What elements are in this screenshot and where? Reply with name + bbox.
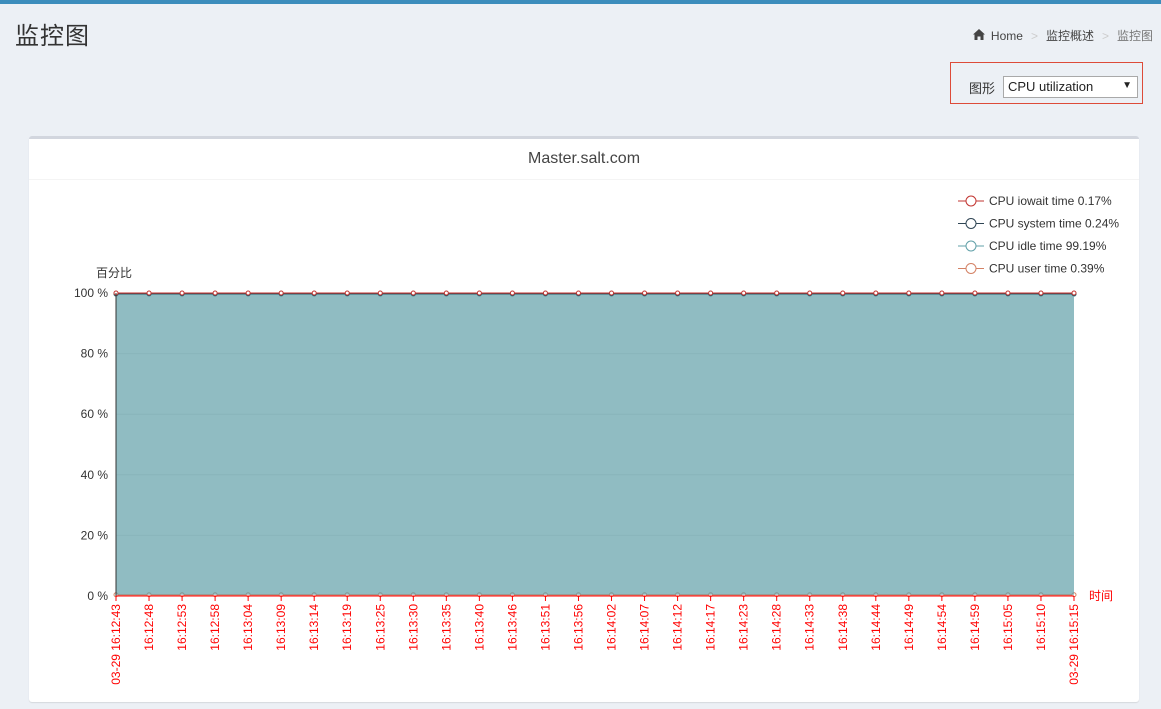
data-point <box>1071 290 1077 296</box>
x-tick-label: 16:14:23 <box>737 604 751 651</box>
y-tick-label: 20 % <box>81 528 109 542</box>
data-point <box>807 290 813 296</box>
x-tick-label: 16:15:05 <box>1001 604 1015 651</box>
legend-label: CPU system time 0.24% <box>989 217 1119 231</box>
data-point <box>972 290 978 296</box>
breadcrumb-separator: > <box>1030 28 1038 43</box>
x-tick-label: 16:14:33 <box>803 604 817 651</box>
x-tick-label: 16:13:19 <box>340 604 354 651</box>
data-point <box>1005 290 1011 296</box>
x-tick-label: 16:14:17 <box>704 604 718 651</box>
data-point <box>741 290 747 296</box>
cpu-utilization-chart[interactable]: 0 % 20 % 40 % 60 % 80 % 100 % 03-29 16:12:43 16… <box>29 139 1139 702</box>
data-point <box>443 290 449 296</box>
home-icon[interactable] <box>972 28 985 43</box>
y-tick-label: 0 % <box>87 589 108 603</box>
x-tick-label: 16:14:49 <box>902 604 916 651</box>
y-tick-label: 80 % <box>81 347 109 361</box>
chart-type-label: 图形 <box>969 81 996 96</box>
data-point <box>146 290 152 296</box>
x-tick-label: 16:14:59 <box>968 604 982 651</box>
x-tick-label: 16:12:53 <box>175 604 189 651</box>
data-point <box>642 290 648 296</box>
data-point <box>906 290 912 296</box>
data-point <box>509 290 515 296</box>
chart-filter-box: 图形 CPU utilization ▼ <box>950 62 1143 104</box>
y-tick-label: 40 % <box>81 468 109 482</box>
chevron-down-icon[interactable]: ▼ <box>1122 80 1132 91</box>
x-tick-label: 16:14:44 <box>869 604 883 651</box>
legend-item[interactable]: CPU iowait time 0.17% <box>958 194 1112 208</box>
x-axis-title: 时间 <box>1089 589 1113 603</box>
data-point <box>344 290 350 296</box>
legend-item[interactable]: CPU user time 0.39% <box>958 262 1105 276</box>
x-tick-label: 16:13:09 <box>274 604 288 651</box>
data-point <box>708 290 714 296</box>
legend-label: CPU idle time 99.19% <box>989 239 1107 253</box>
legend-marker-icon <box>965 218 977 229</box>
x-tick-label: 16:14:28 <box>770 604 784 651</box>
x-tick-label: 16:13:40 <box>472 604 486 651</box>
breadcrumb-current: 监控图 <box>1116 29 1153 43</box>
y-axis-title: 百分比 <box>96 266 132 280</box>
legend-label: CPU user time 0.39% <box>989 262 1105 276</box>
x-tick-label: 16:13:56 <box>571 604 585 651</box>
data-point <box>609 290 615 296</box>
legend-marker-icon <box>965 195 977 207</box>
legend-marker-icon <box>965 240 977 252</box>
x-tick-label: 16:13:35 <box>439 604 453 651</box>
data-point <box>840 290 846 296</box>
data-point <box>575 290 581 296</box>
x-tick-label: 16:14:12 <box>671 604 685 651</box>
top-accent-bar <box>0 0 1161 4</box>
chart-type-selected-value: CPU utilization <box>1008 79 1094 94</box>
x-tick-label: 16:12:58 <box>208 604 222 651</box>
data-point <box>377 290 383 296</box>
x-tick-label: 03-29 16:15:15 <box>1067 604 1081 685</box>
x-tick-label: 16:13:51 <box>538 604 552 651</box>
x-tick-label: 16:13:25 <box>373 604 387 651</box>
chart-panel: Master.salt.com 0 % 20 % 40 % 60 % 80 % 100 %… <box>29 136 1139 702</box>
breadcrumb-separator: > <box>1101 28 1109 43</box>
data-point <box>774 290 780 296</box>
breadcrumb: Home > 监控概述 > 监控图 <box>972 27 1153 44</box>
data-point <box>179 290 185 296</box>
x-tick-label: 16:15:10 <box>1034 604 1048 651</box>
x-tick-label: 16:14:54 <box>935 604 949 651</box>
x-tick-label: 03-29 16:12:43 <box>109 604 123 685</box>
x-tick-label: 16:13:14 <box>307 604 321 651</box>
x-tick-label: 16:13:04 <box>241 604 255 651</box>
data-point <box>245 290 251 296</box>
x-tick-label: 16:13:30 <box>406 604 420 651</box>
breadcrumb-home-link[interactable]: Home <box>991 29 1023 43</box>
data-point <box>311 290 317 296</box>
chart-type-select[interactable]: CPU utilization ▼ <box>1003 76 1138 98</box>
data-point <box>278 290 284 296</box>
data-point <box>939 290 945 296</box>
y-tick-label: 60 % <box>81 407 109 421</box>
legend-item[interactable]: CPU system time 0.24% <box>958 217 1119 231</box>
legend-item[interactable]: CPU idle time 99.19% <box>958 239 1107 253</box>
data-point <box>542 290 548 296</box>
data-point <box>410 290 416 296</box>
data-point <box>212 290 218 296</box>
y-tick-label: 100 % <box>74 286 108 300</box>
x-tick-label: 16:12:48 <box>142 604 156 651</box>
data-point <box>1038 290 1044 296</box>
legend-label: CPU iowait time 0.17% <box>989 194 1112 208</box>
x-tick-label: 16:14:07 <box>638 604 652 651</box>
x-tick-label: 16:14:38 <box>836 604 850 651</box>
data-point <box>476 290 482 296</box>
data-point <box>675 290 681 296</box>
x-tick-label: 16:13:46 <box>505 604 519 651</box>
legend-marker-icon <box>965 263 977 274</box>
area-cpu-idle-time <box>116 294 1074 595</box>
data-point <box>873 290 879 296</box>
x-tick-label: 16:14:02 <box>605 604 619 651</box>
page-title: 监控图 <box>15 23 90 50</box>
breadcrumb-parent-link[interactable]: 监控概述 <box>1046 27 1094 44</box>
